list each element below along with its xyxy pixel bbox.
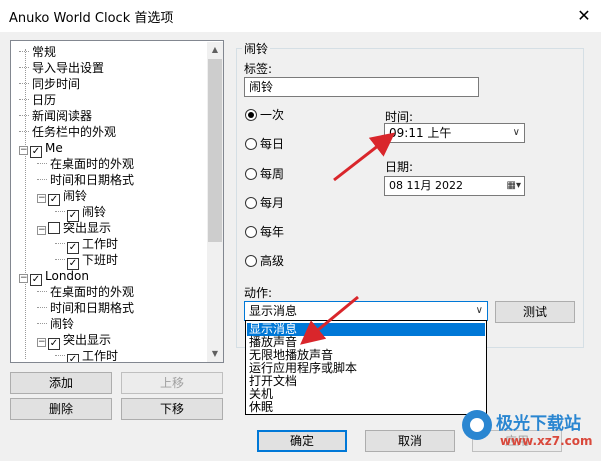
annotation-arrows bbox=[300, 132, 396, 345]
watermark-url: www.xz7.com bbox=[500, 434, 593, 448]
watermark-logo-center bbox=[470, 418, 484, 432]
arrow-to-time-icon bbox=[333, 132, 396, 182]
arrow-to-play-sound-icon bbox=[300, 295, 359, 345]
watermark-title: 极光下载站 bbox=[496, 414, 581, 434]
